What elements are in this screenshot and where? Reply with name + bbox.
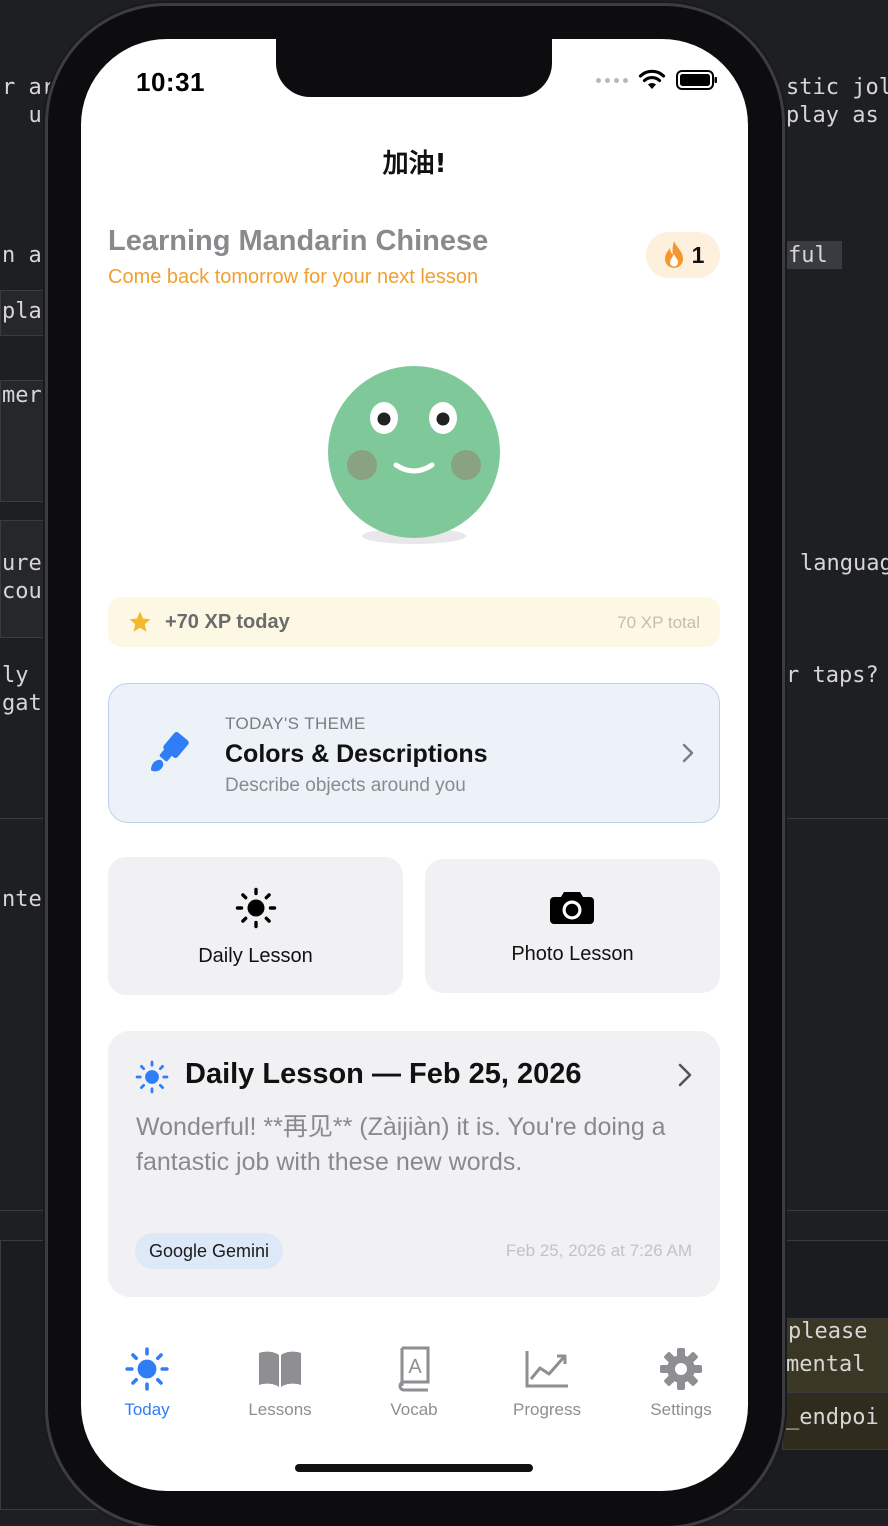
svg-text:A: A <box>408 1356 422 1378</box>
next-lesson-subtitle: Come back tomorrow for your next lesson <box>108 266 479 288</box>
nav-title: 加油! <box>382 149 447 179</box>
dictionary-icon: A <box>398 1346 430 1392</box>
bg-text-4: pla <box>2 299 42 324</box>
sun-icon <box>125 1347 169 1391</box>
wifi-icon <box>638 69 666 89</box>
theme-title: Colors & Descriptions <box>225 740 488 768</box>
chevron-right-icon <box>682 743 694 763</box>
tab-vocab[interactable]: A Vocab <box>359 1344 469 1420</box>
bg-text-6: ure <box>2 551 42 576</box>
tab-lessons-label: Lessons <box>248 1400 312 1419</box>
phone-screen: 10:31 加油! Learning Mandarin Chinese Come… <box>81 39 748 1491</box>
todays-theme-card[interactable]: TODAY'S THEME Colors & Descriptions Desc… <box>108 683 720 823</box>
tab-today-label: Today <box>124 1400 170 1419</box>
daily-card-text: Wonderful! **再见** (Zàijiàn) it is. You'r… <box>136 1113 666 1176</box>
theme-description: Describe objects around you <box>225 775 466 796</box>
tab-settings[interactable]: Settings <box>626 1344 736 1420</box>
photo-lesson-label: Photo Lesson <box>511 943 634 965</box>
star-icon <box>129 611 151 632</box>
streak-count: 1 <box>691 241 705 268</box>
language-title: Learning Mandarin Chinese <box>108 225 489 257</box>
bg-text-r5: r taps? <box>786 663 879 688</box>
bg-text-9: gat <box>2 691 42 716</box>
tab-progress-label: Progress <box>512 1400 582 1419</box>
provider-tag: Google Gemini <box>135 1233 284 1269</box>
daily-lesson-card[interactable]: Daily Lesson — Feb 25, 2026 Wonderful! *… <box>108 1031 720 1297</box>
xp-total: 70 XP total <box>617 613 700 632</box>
bg-text-r1: stic jol <box>786 75 888 100</box>
flame-icon <box>664 241 683 268</box>
tab-progress[interactable]: Progress <box>492 1344 602 1420</box>
theme-kicker: TODAY'S THEME <box>225 714 366 733</box>
gear-icon <box>660 1348 702 1390</box>
battery-icon <box>676 70 717 90</box>
bg-text-r6: please <box>788 1319 868 1344</box>
mascot-icon <box>328 366 500 544</box>
status-indicators <box>596 69 718 91</box>
paintbrush-icon <box>151 732 189 772</box>
bg-text-5: mer <box>2 383 42 408</box>
xp-summary-bar: +70 XP today 70 XP total <box>108 597 720 647</box>
bg-text-r8: _endpoi <box>786 1405 879 1430</box>
daily-lesson-label: Daily Lesson <box>198 945 313 967</box>
tab-bar: Today Lessons A Vocab Progress Settings <box>81 1344 748 1434</box>
bg-text-3: n a <box>2 243 42 268</box>
chart-icon <box>525 1351 568 1388</box>
sun-icon <box>135 1060 169 1094</box>
status-time: 10:31 <box>136 67 205 97</box>
camera-icon <box>550 892 594 924</box>
bg-text-7: cou <box>2 579 42 604</box>
bg-text-r2: play as <box>786 103 879 128</box>
photo-lesson-button[interactable]: Photo Lesson <box>425 859 720 993</box>
tab-vocab-label: Vocab <box>390 1400 438 1419</box>
sun-icon <box>235 887 277 929</box>
phone-frame: 10:31 加油! Learning Mandarin Chinese Come… <box>48 6 782 1526</box>
book-icon <box>259 1351 301 1387</box>
daily-card-timestamp: Feb 25, 2026 at 7:26 AM <box>505 1241 692 1260</box>
bg-text-r7: mental <box>786 1352 866 1377</box>
tab-lessons[interactable]: Lessons <box>225 1344 335 1420</box>
daily-card-title: Daily Lesson — Feb 25, 2026 <box>185 1058 582 1090</box>
bg-text-r3: ful <box>788 243 828 268</box>
daily-lesson-button[interactable]: Daily Lesson <box>108 857 403 995</box>
home-indicator[interactable] <box>295 1464 533 1472</box>
tab-settings-label: Settings <box>650 1400 712 1419</box>
signal-dots-icon <box>596 77 628 83</box>
tab-today[interactable]: Today <box>92 1344 202 1420</box>
xp-today: +70 XP today <box>165 611 290 633</box>
notch <box>276 39 552 97</box>
bg-text-10: nte <box>2 887 42 912</box>
bg-text-1: r ar <box>2 75 55 100</box>
bg-text-r4: languag <box>800 551 888 576</box>
streak-badge[interactable]: 1 <box>646 232 720 278</box>
chevron-right-icon <box>678 1063 692 1087</box>
bg-text-8: ly <box>2 663 29 688</box>
